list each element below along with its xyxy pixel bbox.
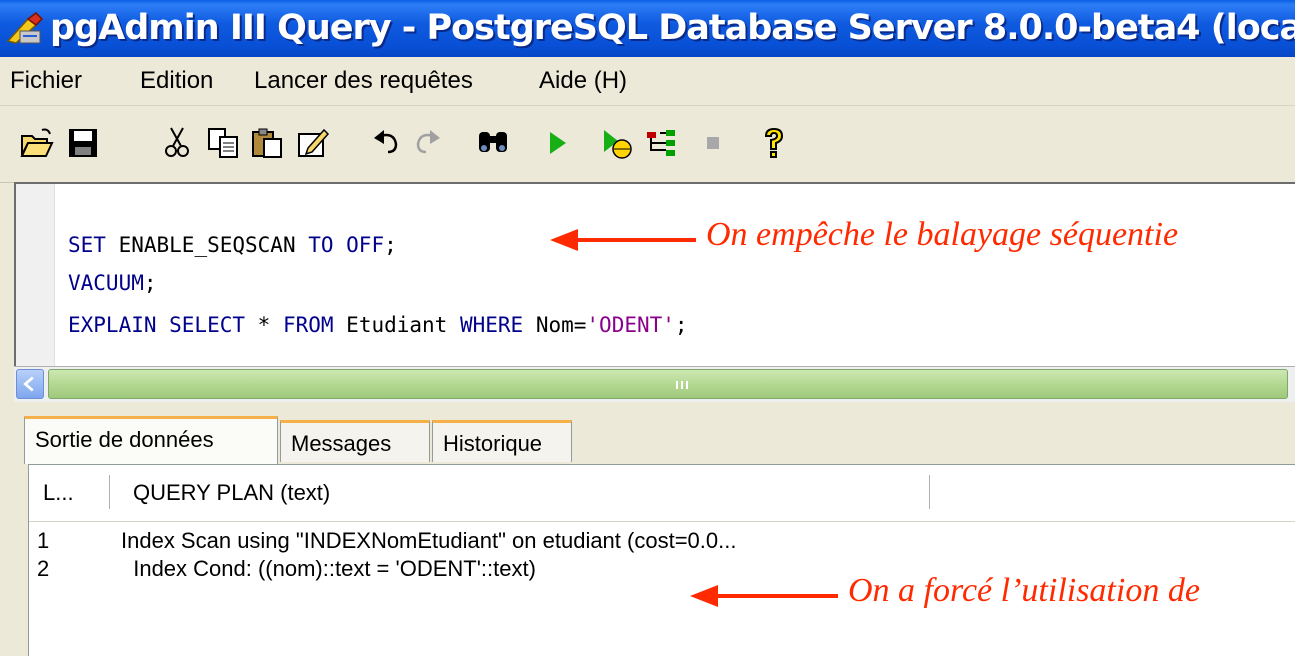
- tab-messages[interactable]: Messages: [280, 420, 430, 462]
- scroll-left-button[interactable]: [16, 369, 44, 399]
- code-keyword: EXPLAIN SELECT: [68, 313, 246, 337]
- find-icon[interactable]: [476, 126, 510, 160]
- column-header-line[interactable]: L...: [43, 465, 74, 521]
- redo-icon[interactable]: [410, 126, 444, 160]
- save-icon[interactable]: [66, 126, 100, 160]
- editor-margin: [16, 184, 55, 368]
- scrollbar-thumb[interactable]: [48, 369, 1288, 399]
- code-semicolon: ;: [674, 313, 688, 337]
- column-separator[interactable]: [929, 475, 930, 509]
- code-operator: *: [245, 313, 283, 337]
- annotation-arrow-2: [690, 585, 838, 607]
- code-line-1: SET ENABLE_SEQSCAN TO OFF;: [68, 230, 397, 260]
- menu-fichier[interactable]: Fichier: [10, 57, 82, 105]
- annotation-index-forced: On a forcé l’utilisation de: [848, 572, 1200, 609]
- results-grid[interactable]: L... QUERY PLAN (text) 1 Index Scan usin…: [28, 464, 1295, 656]
- code-column: Nom=: [523, 313, 587, 337]
- menu-bar: Fichier Edition Lancer des requêtes Aide…: [0, 57, 1295, 106]
- menu-lancer-des-requetes[interactable]: Lancer des requêtes: [254, 57, 473, 105]
- code-line-3: EXPLAIN SELECT * FROM Etudiant WHERE Nom…: [68, 310, 688, 340]
- code-keyword: SET: [68, 233, 106, 257]
- title-bar[interactable]: pgAdmin III Query - PostgreSQL Database …: [0, 0, 1295, 57]
- query-plan-cell: Index Scan using "INDEXNomEtudiant" on e…: [121, 528, 737, 553]
- horizontal-scrollbar[interactable]: [14, 366, 1295, 402]
- pgadmin-app-icon: [6, 11, 44, 45]
- cut-icon[interactable]: [160, 126, 194, 160]
- code-keyword: VACUUM: [68, 271, 144, 295]
- undo-icon[interactable]: [370, 126, 404, 160]
- tab-historique[interactable]: Historique: [432, 420, 572, 462]
- execute-to-file-icon[interactable]: [600, 126, 634, 160]
- code-keyword: FROM: [282, 313, 334, 337]
- grid-header: L... QUERY PLAN (text): [29, 465, 1295, 522]
- code-table-name: Etudiant: [333, 313, 460, 337]
- edit-icon[interactable]: [296, 126, 330, 160]
- row-number: 2: [37, 556, 50, 581]
- stop-icon[interactable]: [696, 126, 730, 160]
- sql-editor[interactable]: SET ENABLE_SEQSCAN TO OFF; VACUUM; EXPLA…: [14, 182, 1295, 368]
- help-icon[interactable]: [756, 126, 790, 160]
- menu-aide[interactable]: Aide (H): [539, 57, 627, 105]
- execute-icon[interactable]: [540, 126, 574, 160]
- query-plan-cell: Index Cond: ((nom)::text = 'ODENT'::text…: [121, 556, 536, 581]
- code-semicolon: ;: [143, 271, 157, 295]
- open-folder-icon[interactable]: [20, 126, 54, 160]
- grip-icon: [676, 381, 688, 389]
- column-header-query-plan[interactable]: QUERY PLAN (text): [133, 465, 330, 521]
- code-keyword: TO OFF: [308, 233, 385, 257]
- tab-sortie-de-donnees[interactable]: Sortie de données: [24, 416, 278, 464]
- column-separator[interactable]: [109, 475, 110, 509]
- window-title: pgAdmin III Query - PostgreSQL Database …: [50, 8, 1295, 48]
- annotation-arrow-1: [550, 229, 696, 251]
- toolbar: [0, 106, 1295, 183]
- code-keyword: WHERE: [459, 313, 524, 337]
- explain-icon[interactable]: [644, 126, 678, 160]
- code-string: 'ODENT': [586, 313, 675, 337]
- table-row[interactable]: 1 Index Scan using "INDEXNomEtudiant" on…: [29, 527, 1295, 555]
- paste-icon[interactable]: [250, 126, 284, 160]
- code-identifier: ENABLE_SEQSCAN: [105, 233, 309, 257]
- menu-edition[interactable]: Edition: [140, 57, 213, 105]
- code-line-2: VACUUM;: [68, 268, 157, 298]
- annotation-seqscan: On empêche le balayage séquentie: [706, 216, 1179, 253]
- copy-icon[interactable]: [206, 126, 240, 160]
- output-panel: Sortie de données Messages Historique L.…: [14, 402, 1295, 656]
- row-number: 1: [37, 528, 50, 553]
- code-semicolon: ;: [384, 233, 397, 257]
